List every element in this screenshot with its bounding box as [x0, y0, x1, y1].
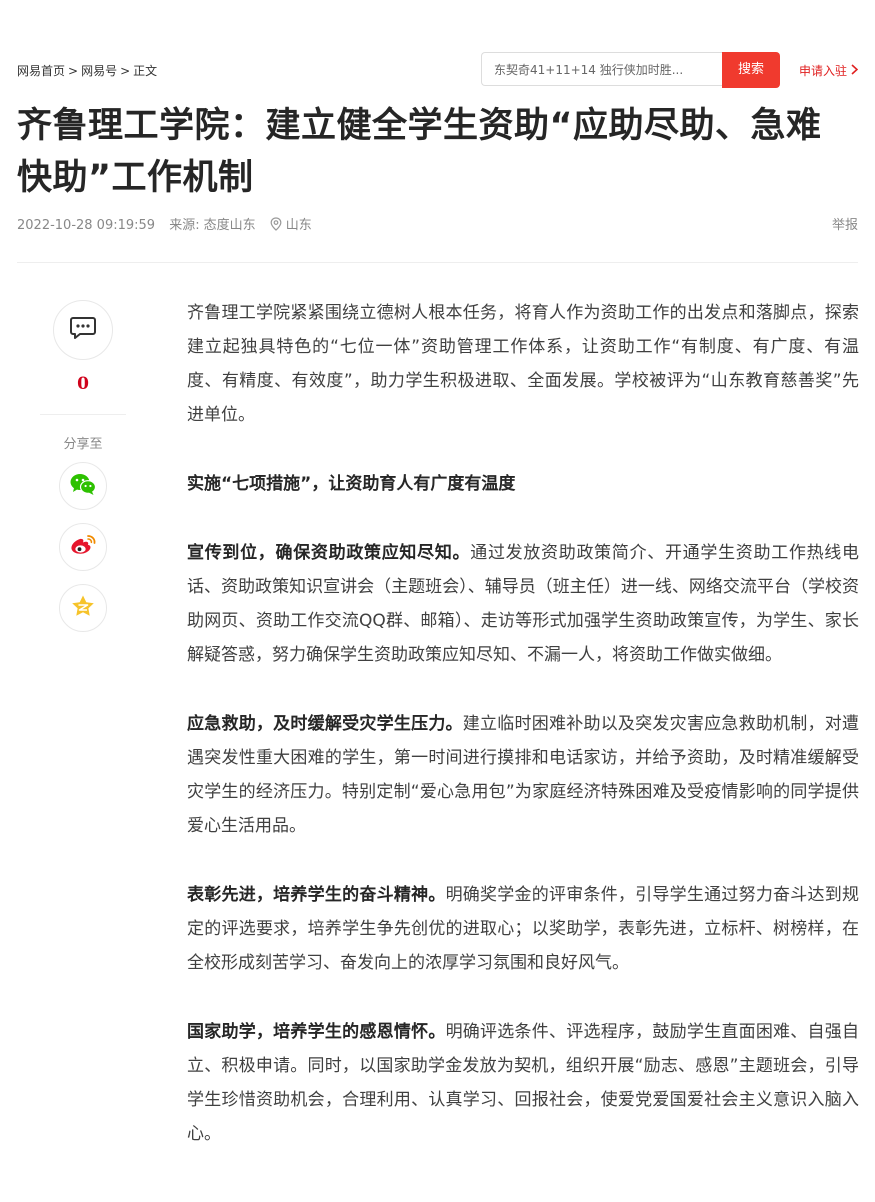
article-body: 齐鲁理工学院紧紧围绕立德树人根本任务，将育人作为资助工作的出发点和落脚点，探索建…	[187, 296, 859, 1186]
side-divider	[40, 414, 126, 415]
paragraph-lead: 应急救助，及时缓解受灾学生压力。	[187, 714, 463, 734]
intro-paragraph: 齐鲁理工学院紧紧围绕立德树人根本任务，将育人作为资助工作的出发点和落脚点，探索建…	[187, 303, 859, 425]
share-qzone-button[interactable]	[59, 584, 107, 632]
share-wechat-button[interactable]	[59, 462, 107, 510]
report-link[interactable]: 举报	[832, 214, 858, 233]
qzone-star-icon	[70, 594, 96, 622]
search-box: 东契奇41+11+14 独行侠加时胜... 搜索	[481, 52, 780, 88]
share-label: 分享至	[63, 437, 103, 452]
search-button[interactable]: 搜索	[722, 52, 780, 88]
comment-bubble-icon	[69, 315, 97, 345]
breadcrumb-home-link[interactable]: 网易首页	[17, 64, 65, 78]
breadcrumb-separator: >	[68, 64, 79, 78]
section-heading-text: 实施“七项措施”，让资助育人有广度有温度	[187, 474, 516, 494]
chevron-right-icon	[851, 64, 859, 79]
search-input[interactable]: 东契奇41+11+14 独行侠加时胜...	[481, 52, 722, 86]
publish-date: 2022-10-28 09:19:59	[17, 218, 156, 233]
article-title: 齐鲁理工学院：建立健全学生资助“应助尽助、急难快助”工作机制	[17, 106, 822, 198]
apply-join-link[interactable]: 申请入驻	[798, 62, 859, 79]
paragraph-lead: 表彰先进，培养学生的奋斗精神。	[187, 885, 446, 905]
paragraph-publicity: 宣传到位，确保资助政策应知尽知。通过发放资助政策简介、开通学生资助工作热线电话、…	[187, 536, 859, 672]
share-weibo-button[interactable]	[59, 523, 107, 571]
breadcrumb: 网易首页 > 网易号 > 正文	[17, 62, 157, 79]
top-bar: 网易首页 > 网易号 > 正文 东契奇41+11+14 独行侠加时胜... 搜索 申请入…	[17, 52, 859, 88]
side-toolbar: 0 分享至	[40, 300, 126, 645]
paragraph-lead: 国家助学，培养学生的感恩情怀。	[187, 1022, 446, 1042]
location-text: 山东	[285, 218, 312, 233]
weibo-icon	[69, 533, 97, 561]
paragraph-commendation: 表彰先进，培养学生的奋斗精神。明确奖学金的评审条件，引导学生通过努力奋斗达到规定…	[187, 878, 859, 980]
paragraph-emergency-aid: 应急救助，及时缓解受灾学生压力。建立临时困难补助以及突发灾害应急救助机制，对遭遇…	[187, 707, 859, 843]
breadcrumb-current: 正文	[133, 64, 158, 78]
article-meta: 2022-10-28 09:19:59 来源: 态度山东 山东 举报	[17, 214, 858, 234]
breadcrumb-section-link[interactable]: 网易号	[81, 64, 117, 78]
section-heading: 实施“七项措施”，让资助育人有广度有温度	[187, 467, 859, 501]
source-name[interactable]: 态度山东	[204, 218, 256, 233]
paragraph-lead: 宣传到位，确保资助政策应知尽知。	[187, 543, 471, 563]
apply-join-label: 申请入驻	[798, 64, 847, 78]
paragraph-national-grant: 国家助学，培养学生的感恩情怀。明确评选条件、评选程序，鼓励学生直面困难、自强自立…	[187, 1015, 859, 1151]
comment-count[interactable]: 0	[40, 374, 126, 394]
wechat-icon	[69, 472, 97, 500]
location-pin-icon	[270, 217, 282, 231]
source-prefix: 来源:	[169, 218, 200, 233]
header-divider	[17, 262, 858, 263]
breadcrumb-separator: >	[120, 64, 131, 78]
comment-button[interactable]	[53, 300, 113, 360]
